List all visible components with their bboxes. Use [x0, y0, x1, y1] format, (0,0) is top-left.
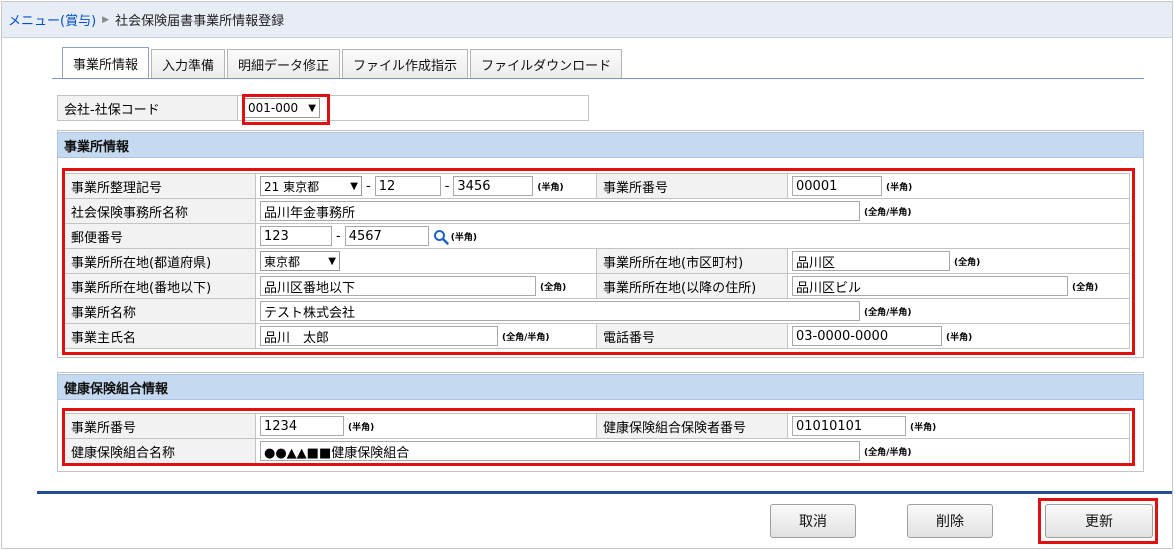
owner-label: 事業主氏名 — [65, 324, 256, 348]
form-row: 郵便番号 123 - 4567 (半角) — [65, 224, 1130, 249]
reg-code2-input[interactable]: 3456 — [453, 176, 534, 196]
office-name-label: 事業所名称 — [65, 299, 256, 323]
form-row: 事業所名称 テスト株式会社 (全角/半角) — [65, 299, 1130, 324]
update-button[interactable]: 更新 — [1045, 504, 1153, 538]
form-row: 社会保険事務所名称 品川年金事務所 (全角/半角) — [65, 199, 1130, 224]
tab-file-download[interactable]: ファイルダウンロード — [470, 49, 623, 78]
phone-label: 電話番号 — [597, 324, 788, 348]
prefecture-select[interactable]: 東京都 ▼ — [260, 251, 340, 271]
health-office-no-label: 事業所番号 — [65, 414, 256, 438]
health-office-no-note: (半角) — [348, 422, 375, 433]
dash-separator: - — [336, 228, 341, 244]
breadcrumb: メニュー(賞与) ▶ 社会保険届書事業所情報登録 — [2, 2, 1172, 38]
address2-label: 事業所所在地(以降の住所) — [597, 274, 788, 298]
form-row: 健康保険組合名称 ●●▲▲■■健康保険組合 (全角/半角) — [65, 439, 1130, 464]
phone-note: (半角) — [946, 332, 973, 343]
breadcrumb-menu-link[interactable]: メニュー(賞与) — [8, 10, 96, 29]
tab-office-info[interactable]: 事業所情報 — [62, 47, 150, 78]
postal2-input[interactable]: 4567 — [344, 226, 429, 246]
office-name-note: (全角/半角) — [864, 307, 912, 318]
prefecture-value: 東京都 — [264, 254, 301, 269]
pension-office-label: 社会保険事務所名称 — [65, 199, 256, 223]
company-code-select[interactable]: 001-000 ▼ — [244, 98, 320, 118]
company-code-label: 会社-社保コード — [58, 96, 238, 120]
delete-button[interactable]: 削除 — [907, 504, 993, 538]
prefecture-label: 事業所所在地(都道府県) — [65, 249, 256, 273]
city-note: (全角) — [954, 257, 981, 268]
insurer-no-note: (半角) — [910, 422, 937, 433]
dash-separator: - — [444, 178, 450, 194]
office-no-label: 事業所番号 — [597, 174, 788, 198]
company-code-row: 会社-社保コード 001-000 ▼ — [57, 95, 589, 121]
reg-note: (半角) — [537, 182, 564, 193]
pension-office-note: (全角/半角) — [864, 207, 912, 218]
union-name-note: (全角/半角) — [864, 447, 912, 458]
tab-divider — [52, 78, 1144, 79]
insurer-no-input[interactable]: 01010101 — [792, 416, 906, 436]
address2-note: (全角) — [1072, 282, 1099, 293]
page-title: 社会保険届書事業所情報登録 — [115, 14, 285, 29]
address-note: (全角) — [540, 282, 567, 293]
owner-note: (全角/半角) — [502, 332, 550, 343]
company-code-value: 001-000 — [248, 101, 299, 115]
city-input[interactable]: 品川区 — [792, 251, 950, 271]
tab-file-create[interactable]: ファイル作成指示 — [342, 49, 469, 78]
app-window: メニュー(賞与) ▶ 社会保険届書事業所情報登録 事業所情報 入力準備 明細デー… — [1, 1, 1173, 549]
form-row: 事業所番号 1234 (半角) 健康保険組合保険者番号 01010101 (半角… — [65, 414, 1130, 439]
phone-input[interactable]: 03-0000-0000 — [792, 326, 942, 346]
address2-input[interactable]: 品川区ビル — [792, 276, 1068, 296]
search-icon[interactable] — [433, 229, 449, 245]
pension-office-input[interactable]: 品川年金事務所 — [260, 201, 860, 221]
chevron-right-icon: ▶ — [102, 14, 110, 25]
office-name-input[interactable]: テスト株式会社 — [260, 301, 860, 321]
tab-detail-edit[interactable]: 明細データ修正 — [227, 49, 341, 78]
postal-note: (半角) — [450, 232, 477, 243]
reg-symbol-label: 事業所整理記号 — [65, 174, 256, 198]
health-office-no-input[interactable]: 1234 — [260, 416, 344, 436]
chevron-down-icon: ▼ — [350, 180, 358, 192]
chevron-down-icon: ▼ — [328, 255, 336, 267]
health-info-header: 健康保険組合情報 — [57, 374, 1144, 400]
form-row: 事業所所在地(番地以下) 品川区番地以下 (全角) 事業所所在地(以降の住所) … — [65, 274, 1130, 299]
reg-code1-input[interactable]: 12 — [374, 176, 441, 196]
postal-label: 郵便番号 — [65, 224, 256, 248]
form-row: 事業主氏名 品川 太郎 (全角/半角) 電話番号 03-0000-0000 (半… — [65, 324, 1130, 349]
chevron-down-icon: ▼ — [308, 102, 316, 114]
form-row: 事業所所在地(都道府県) 東京都 ▼ 事業所所在地(市区町村) 品川区 (全角) — [65, 249, 1130, 274]
union-name-input[interactable]: ●●▲▲■■健康保険組合 — [260, 441, 860, 461]
city-label: 事業所所在地(市区町村) — [597, 249, 788, 273]
reg-prefecture-select[interactable]: 21 東京都 ▼ — [260, 176, 362, 196]
address-label: 事業所所在地(番地以下) — [65, 274, 256, 298]
bottom-divider — [37, 491, 1172, 494]
office-info-grid: 事業所整理記号 21 東京都 ▼ - 12 - 3456 (半角) 事業所番号 … — [64, 173, 1130, 349]
reg-prefecture-value: 21 東京都 — [264, 179, 320, 194]
office-no-note: (半角) — [886, 182, 913, 193]
address-input[interactable]: 品川区番地以下 — [260, 276, 536, 296]
postal1-input[interactable]: 123 — [260, 226, 332, 246]
form-row: 事業所整理記号 21 東京都 ▼ - 12 - 3456 (半角) 事業所番号 … — [65, 174, 1130, 199]
dash-separator: - — [366, 178, 371, 194]
owner-input[interactable]: 品川 太郎 — [260, 326, 498, 346]
union-name-label: 健康保険組合名称 — [65, 439, 256, 463]
office-no-input[interactable]: 00001 — [792, 176, 882, 196]
tab-input-prep[interactable]: 入力準備 — [151, 49, 226, 78]
health-info-grid: 事業所番号 1234 (半角) 健康保険組合保険者番号 01010101 (半角… — [64, 413, 1130, 464]
office-info-header: 事業所情報 — [57, 132, 1144, 158]
cancel-button[interactable]: 取消 — [770, 504, 856, 538]
tab-bar: 事業所情報 入力準備 明細データ修正 ファイル作成指示 ファイルダウンロード — [62, 47, 624, 78]
insurer-no-label: 健康保険組合保険者番号 — [597, 414, 788, 438]
